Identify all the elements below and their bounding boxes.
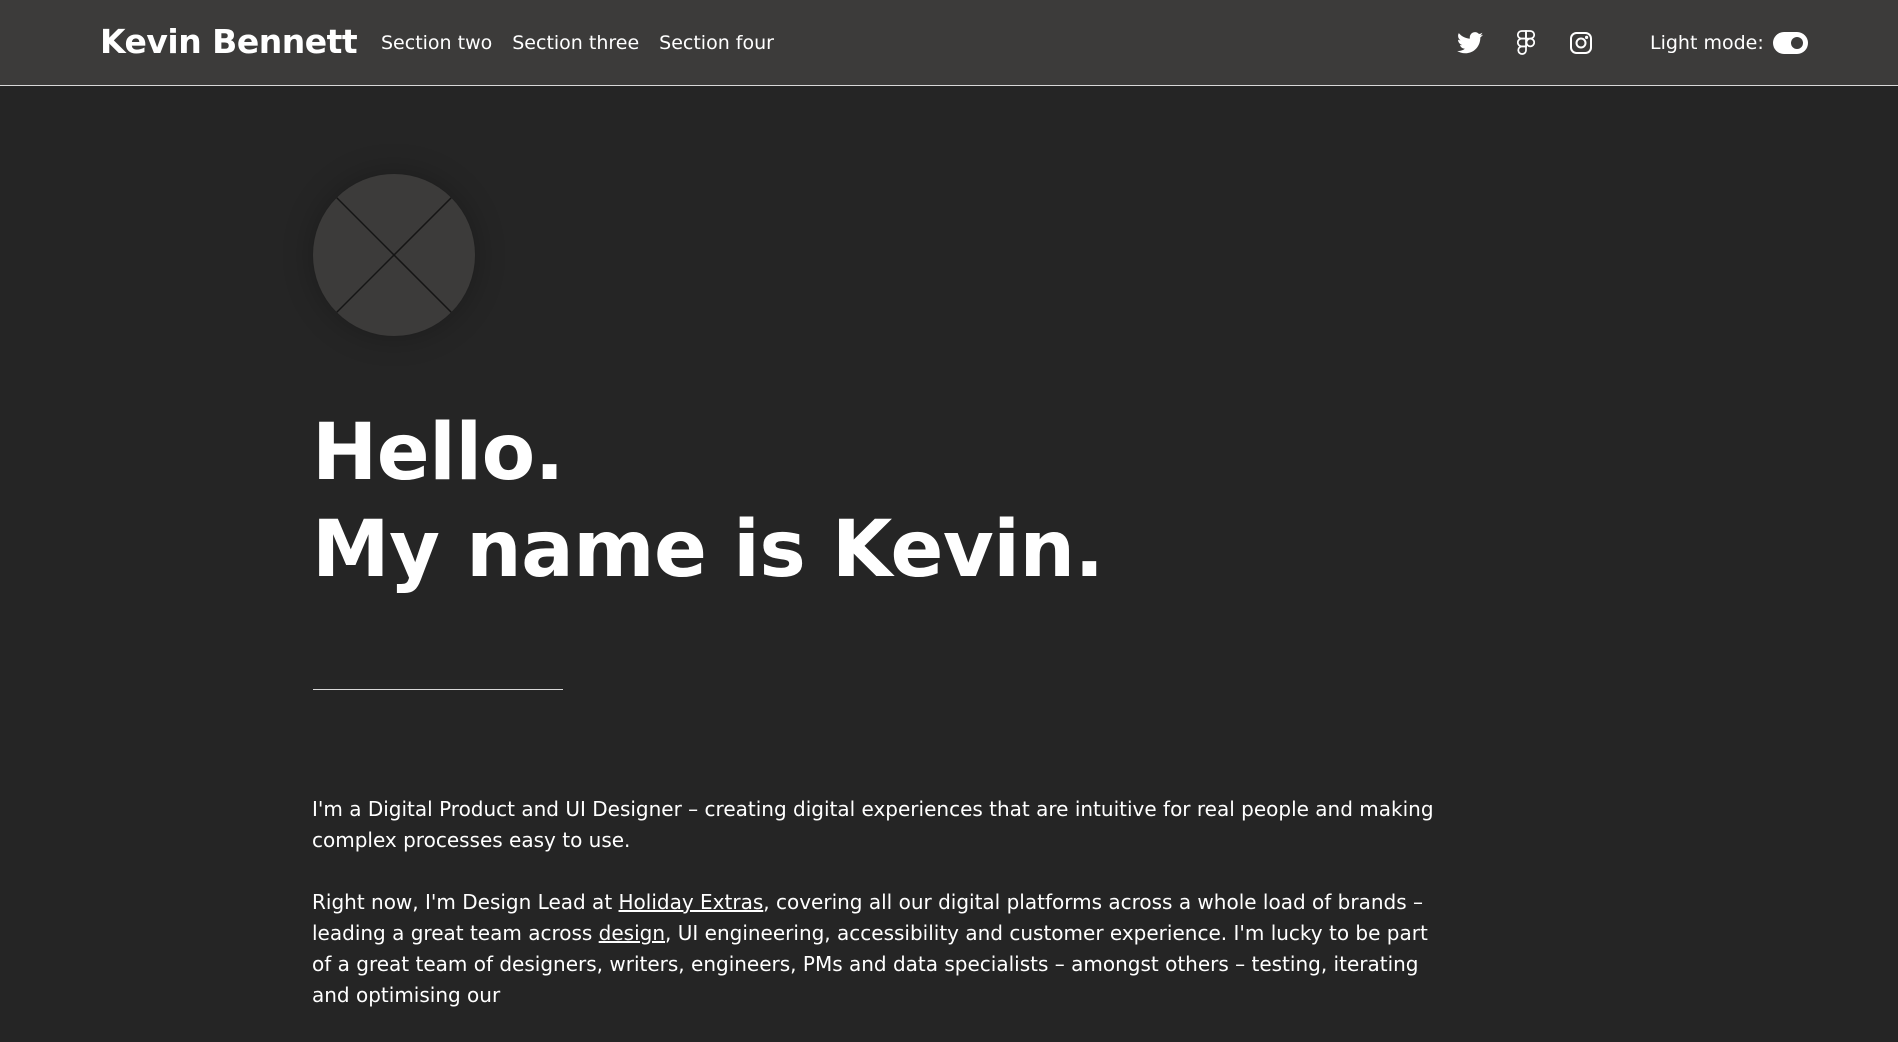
twitter-link[interactable] [1455, 28, 1485, 58]
bio-paragraph-1: I'm a Digital Product and UI Designer – … [312, 797, 1434, 852]
nav-link-section-three[interactable]: Section three [512, 31, 639, 55]
light-mode-toggle[interactable] [1772, 32, 1808, 54]
holiday-extras-link[interactable]: Holiday Extras [619, 890, 764, 914]
instagram-icon [1570, 32, 1592, 54]
hero-headline-line-2: My name is Kevin. [312, 505, 1104, 595]
figma-icon [1517, 30, 1535, 55]
design-link[interactable]: design [599, 921, 665, 945]
bio-paragraph-2: Right now, I'm Design Lead at Holiday Ex… [312, 887, 1442, 1011]
hero-headline: Hello. My name is Kevin. [312, 405, 1104, 599]
divider [313, 689, 563, 690]
avatar [313, 174, 475, 336]
placeholder-image-icon [313, 174, 475, 336]
light-mode-label: Light mode: [1650, 32, 1764, 54]
primary-nav: Section two Section three Section four [381, 31, 774, 55]
site-brand-link[interactable]: Kevin Bennett [100, 22, 358, 62]
nav-link-section-four[interactable]: Section four [659, 31, 774, 55]
bio-section: I'm a Digital Product and UI Designer – … [312, 794, 1442, 1042]
nav-link-section-two[interactable]: Section two [381, 31, 492, 55]
figma-link[interactable] [1511, 28, 1541, 58]
instagram-link[interactable] [1566, 28, 1596, 58]
hero-headline-line-1: Hello. [312, 408, 564, 498]
twitter-icon [1457, 32, 1483, 54]
light-mode-control: Light mode: [1650, 30, 1808, 56]
toggle-knob [1790, 37, 1803, 49]
bio-text: Right now, I'm Design Lead at [312, 890, 619, 914]
top-navigation-bar: Kevin Bennett Section two Section three … [0, 0, 1898, 86]
